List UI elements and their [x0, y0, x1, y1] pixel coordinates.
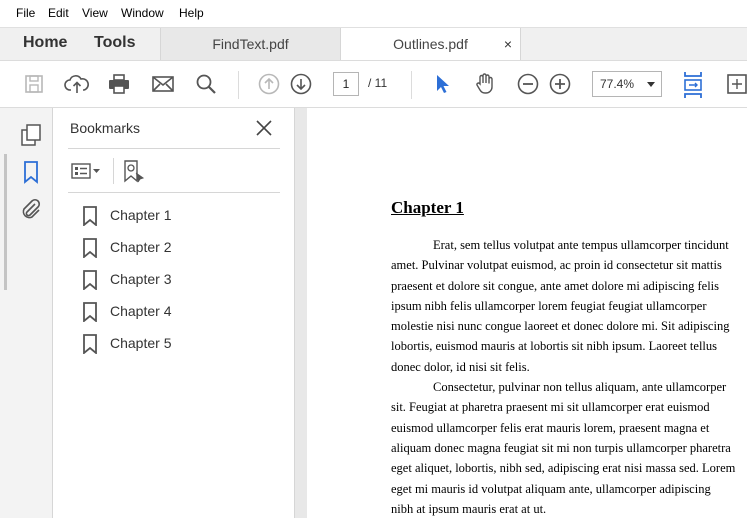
zoom-value: 77.4%	[600, 77, 635, 91]
page-thumbnails-icon[interactable]	[19, 123, 43, 147]
bookmark-label: Chapter 2	[110, 239, 172, 255]
toolbar-divider	[411, 71, 412, 99]
hand-tool-icon[interactable]	[472, 71, 498, 97]
bookmark-icon	[83, 206, 97, 226]
bookmark-icon	[83, 334, 97, 354]
zoom-select[interactable]: 77.4%	[592, 71, 662, 97]
menu-file[interactable]: File	[16, 6, 35, 20]
bookmark-label: Chapter 3	[110, 271, 172, 287]
tab-tools[interactable]: Tools	[94, 34, 135, 52]
zoom-out-icon[interactable]	[515, 71, 541, 97]
bookmark-item[interactable]: Chapter 2	[83, 235, 263, 261]
divider	[68, 148, 280, 149]
fit-page-icon[interactable]	[724, 71, 747, 97]
text-line: praesent et dolore sit congue, ante amet…	[391, 278, 720, 293]
search-icon[interactable]	[193, 71, 219, 97]
text-line: lobortis, euismod mauris at lobortis sit…	[391, 339, 718, 354]
next-page-icon[interactable]	[288, 71, 314, 97]
menu-edit[interactable]: Edit	[48, 6, 69, 20]
divider	[113, 158, 114, 184]
bookmark-label: Chapter 5	[110, 335, 172, 351]
bookmark-item[interactable]: Chapter 4	[83, 299, 263, 325]
close-icon[interactable]: ×	[504, 28, 512, 61]
find-bookmark-icon[interactable]	[122, 159, 146, 183]
page-number-input[interactable]: 1	[333, 72, 359, 96]
bookmark-panel-icon[interactable]	[19, 160, 43, 184]
text-line: Erat, sem tellus volutpat ante tempus ul…	[433, 238, 729, 252]
text-line: eget aliquet, lobortis, nibh sed, adipis…	[391, 461, 736, 476]
zoom-in-icon[interactable]	[547, 71, 573, 97]
bookmarks-panel: Bookmarks Chapter 1 Chapter 2 Chapter 3 …	[53, 108, 295, 518]
select-cursor-icon[interactable]	[429, 71, 455, 97]
doc-tab-outlines[interactable]: Outlines.pdf ×	[341, 28, 521, 61]
toolbar-divider	[238, 71, 239, 99]
bookmark-item[interactable]: Chapter 5	[83, 331, 263, 357]
upload-icon[interactable]	[64, 71, 90, 97]
bookmark-icon	[83, 238, 97, 258]
text-line: donec dolor, id nisi sit felis.	[391, 359, 530, 374]
panel-title: Bookmarks	[70, 120, 141, 136]
doc-tab-label: Outlines.pdf	[393, 36, 468, 52]
text-line: eget mi mauris id volutpat aliquam ante,…	[391, 481, 711, 496]
document-body: Erat, sem tellus volutpat ante tempus ul…	[391, 235, 747, 518]
chevron-down-icon	[647, 82, 655, 87]
tab-home[interactable]: Home	[23, 34, 67, 52]
bookmark-label: Chapter 4	[110, 303, 172, 319]
bookmark-item[interactable]: Chapter 1	[83, 203, 263, 229]
bookmark-icon	[83, 270, 97, 290]
rail-scroll-marker	[4, 154, 7, 290]
text-line: Consectetur, pulvinar non tellus aliquam…	[433, 380, 727, 395]
menu-help[interactable]: Help	[179, 6, 204, 20]
bookmark-item[interactable]: Chapter 3	[83, 267, 263, 293]
bookmark-icon	[83, 302, 97, 322]
text-line: aliquam donec magna feugiat sit mi non t…	[391, 440, 731, 455]
text-line: ipsum nibh felis ullamcorper lorem feugi…	[391, 298, 707, 313]
menu-bar: File Edit View Window Help	[0, 0, 747, 27]
text-line: sit. Feugiat at pharetra praesent mi sit…	[391, 400, 710, 415]
prev-page-icon[interactable]	[256, 71, 282, 97]
toolbar: 1 / 11 77.4%	[0, 60, 747, 108]
doc-tab-label: FindText.pdf	[212, 36, 289, 52]
left-rail	[0, 108, 53, 518]
fit-width-icon[interactable]	[681, 69, 705, 101]
close-icon[interactable]	[254, 118, 274, 138]
chapter-heading: Chapter 1	[391, 198, 464, 217]
bookmark-label: Chapter 1	[110, 207, 172, 223]
document-page: Chapter 1 Erat, sem tellus volutpat ante…	[307, 108, 747, 518]
page-total: / 11	[368, 76, 388, 90]
menu-view[interactable]: View	[82, 6, 108, 20]
text-line: euismod ullamcorper felis erat mauris lo…	[391, 420, 710, 435]
text-line: amet. Pulvinar volutpat euismod, ac proi…	[391, 258, 722, 273]
email-icon[interactable]	[150, 71, 176, 97]
print-icon[interactable]	[106, 71, 132, 97]
text-line: nibh at ipsum mauris erat at ut.	[391, 501, 547, 516]
tab-bar: Home Tools FindText.pdf Outlines.pdf ×	[0, 27, 747, 61]
save-icon[interactable]	[21, 71, 47, 97]
document-gutter	[295, 108, 307, 518]
menu-window[interactable]: Window	[121, 6, 164, 20]
doc-tab-findtext[interactable]: FindText.pdf	[160, 28, 341, 61]
attachment-icon[interactable]	[19, 197, 43, 221]
text-line: molestie nisi nunc congue laoreet et don…	[391, 319, 730, 334]
bookmark-options-button[interactable]	[70, 159, 104, 183]
divider	[68, 192, 280, 193]
